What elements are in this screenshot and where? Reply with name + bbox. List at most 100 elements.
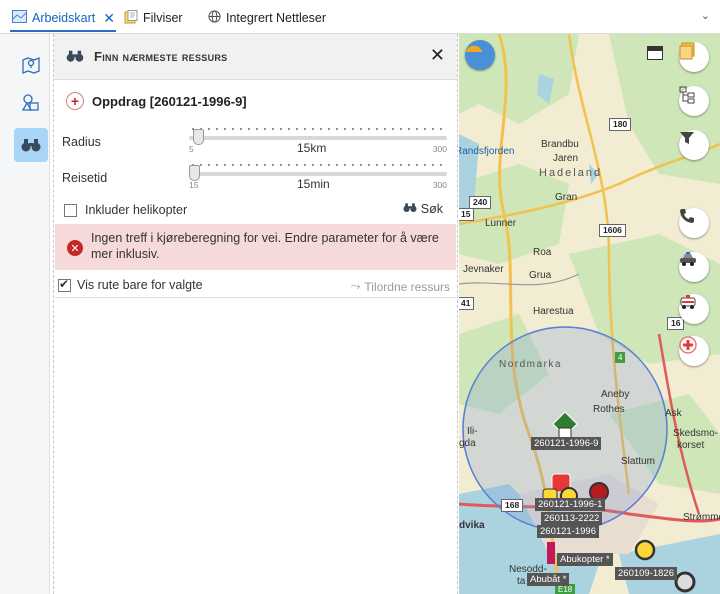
route-checkbox[interactable]	[58, 277, 71, 292]
incident-tag[interactable]: 260121-1996-1	[535, 498, 606, 511]
tab-integrert-nettleser[interactable]: Integrert Nettleser	[208, 8, 326, 28]
include-helicopter-row[interactable]: Inkluder helikopter	[64, 203, 187, 217]
medical-cross-icon[interactable]	[679, 336, 709, 366]
place-label: Rothes	[593, 404, 625, 415]
panel-title: Finn nærmeste ressurs	[94, 49, 228, 64]
assign-resource-button[interactable]: ⤳ Tilordne ressurs	[351, 279, 450, 294]
search-button[interactable]: Søk	[403, 202, 443, 216]
place-label: dvika	[459, 520, 485, 531]
road-number: 168	[501, 499, 524, 512]
find-nearest-resource-panel: Finn nærmeste ressurs ✕ + Oppdrag [26012…	[53, 34, 458, 594]
road-number: 41	[459, 297, 475, 310]
slider-max: 300	[432, 144, 447, 154]
road-number: 15	[459, 208, 475, 221]
road-number: 180	[609, 118, 632, 131]
incident-tag[interactable]: 260109-1826	[615, 567, 677, 580]
assign-label: Tilordne ressurs	[364, 279, 450, 294]
map-icon	[12, 10, 27, 26]
error-icon: ✕	[67, 240, 83, 256]
active-tab-indicator	[10, 30, 116, 32]
tab-label: Filviser	[143, 11, 183, 25]
binoculars-icon	[66, 49, 84, 66]
ambulance-icon[interactable]	[679, 294, 709, 324]
file-viewer-icon	[124, 9, 138, 27]
incident-tag[interactable]: 260121-1996-9	[531, 437, 602, 450]
road-number: 1606	[599, 224, 626, 237]
reisetid-slider[interactable]: 15 15min 300	[189, 161, 447, 191]
place-label: Ask	[665, 408, 682, 419]
slider-thumb[interactable]	[189, 165, 200, 181]
shapes-icon[interactable]	[14, 86, 48, 120]
mission-label: Oppdrag [260121-1996-9]	[92, 93, 247, 109]
place-label: korset	[677, 440, 705, 451]
route-label: Vis rute bare for valgte	[77, 278, 203, 292]
place-label: Randsfjorden	[459, 146, 515, 157]
phone-icon[interactable]	[679, 208, 709, 238]
hierarchy-icon[interactable]	[679, 86, 709, 116]
binoculars-icon	[403, 202, 417, 216]
place-label: Grua	[529, 270, 552, 281]
tab-arbeidskart[interactable]: Arbeidskart ✕	[12, 8, 115, 28]
road-number: 4	[615, 352, 626, 363]
place-label: Nordmarka	[499, 359, 562, 370]
reisetid-label: Reisetid	[62, 171, 108, 185]
place-label: ta	[517, 576, 526, 587]
incident-tag[interactable]: Abubåt *	[527, 573, 570, 586]
panel-header: Finn nærmeste ressurs ✕	[54, 34, 457, 80]
binoculars-icon[interactable]	[14, 128, 48, 162]
incident-tag[interactable]: Abukopter *	[557, 553, 613, 566]
show-route-toggle[interactable]: Vis rute bare for valgte	[58, 277, 203, 292]
place-label: Slattum	[621, 456, 655, 467]
tab-filviser[interactable]: Filviser	[124, 8, 183, 28]
globe-icon	[208, 10, 221, 26]
place-label: Harestua	[533, 306, 574, 317]
layers-icon[interactable]	[679, 42, 709, 72]
close-icon[interactable]: ✕	[430, 45, 445, 66]
error-text: Ingen treff i kjøreberegning for vei. En…	[91, 231, 439, 261]
medical-cross-icon: +	[66, 92, 84, 110]
tab-bar: Arbeidskart ✕ Filviser Integrert Nettles…	[0, 0, 720, 34]
close-tab-icon[interactable]: ✕	[103, 10, 115, 27]
place-label: Jaren	[553, 153, 579, 164]
radius-slider[interactable]: 5 15km 300	[189, 125, 447, 155]
place-label: gda	[459, 438, 476, 449]
chevron-down-icon[interactable]: ⌄	[701, 9, 710, 22]
place-label: Ili-	[467, 426, 478, 437]
map-view[interactable]: Randsfjorden Brandbu Jaren Hadeland Gran…	[459, 34, 720, 594]
incident-tag[interactable]: 260113-2222	[541, 512, 603, 525]
incident-tag[interactable]: 260121-1996	[537, 525, 599, 538]
place-label: Lunner	[485, 218, 517, 229]
slider-thumb[interactable]	[193, 129, 204, 145]
place-label: Brandbu	[541, 139, 579, 150]
police-car-icon[interactable]	[679, 252, 709, 282]
place-label: Aneby	[601, 389, 630, 400]
slider-track	[189, 172, 447, 176]
slider-min: 5	[189, 144, 194, 154]
route-row: Vis rute bare for valgte ⤳ Tilordne ress…	[55, 274, 456, 298]
window-icon[interactable]	[647, 46, 663, 60]
tab-label: Arbeidskart	[32, 11, 96, 25]
slider-value: 15km	[297, 141, 327, 155]
helicopter-label: Inkluder helikopter	[85, 203, 188, 217]
mission-row: + Oppdrag [260121-1996-9]	[66, 92, 247, 110]
radius-label: Radius	[62, 135, 101, 149]
helicopter-checkbox[interactable]	[64, 203, 77, 217]
slider-min: 15	[189, 180, 199, 190]
map-layers-icon[interactable]	[14, 48, 48, 82]
place-label: Gran	[555, 192, 578, 203]
place-label: Roa	[533, 247, 552, 258]
slider-track	[189, 136, 447, 140]
filter-icon[interactable]	[679, 130, 709, 160]
assign-arrow-icon: ⤳	[350, 279, 361, 293]
tab-label: Integrert Nettleser	[226, 11, 327, 25]
slider-ticks	[189, 163, 447, 167]
search-label: Søk	[420, 202, 443, 216]
slider-ticks	[189, 127, 447, 131]
place-label: Skedsmo-	[673, 428, 719, 439]
place-label: Jevnaker	[463, 264, 504, 275]
place-label: Strømme	[683, 512, 720, 523]
place-label: Hadeland	[539, 167, 603, 179]
error-message: ✕ Ingen treff i kjøreberegning for vei. …	[55, 224, 456, 270]
left-toolbar	[0, 34, 50, 594]
user-location-button[interactable]	[465, 40, 495, 70]
